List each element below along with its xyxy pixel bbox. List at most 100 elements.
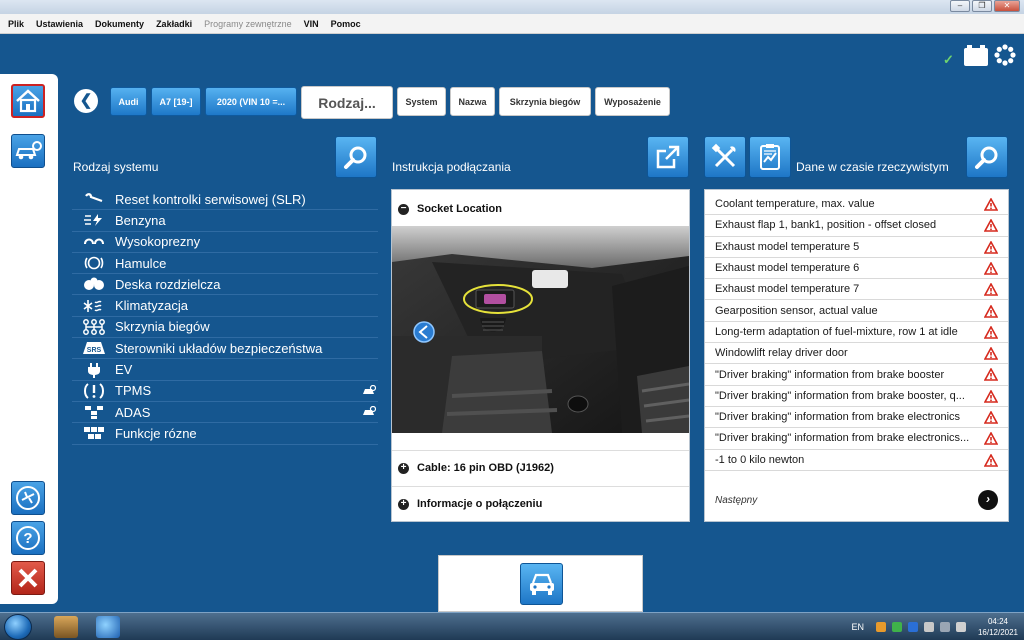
menu-zakladki[interactable]: Zakładki <box>156 19 192 29</box>
list-item-label: Windowlift relay driver door <box>715 347 848 360</box>
list-item[interactable]: "Driver braking" information from brake … <box>705 428 1008 450</box>
list-item[interactable]: Exhaust model temperature 6 <box>705 258 1008 280</box>
petrol-engine-icon <box>84 214 102 227</box>
breadcrumb-system-type[interactable]: Rodzaj... <box>301 86 393 119</box>
list-item[interactable]: Deska rozdzielcza <box>72 274 378 296</box>
search-icon <box>975 146 998 169</box>
language-indicator[interactable]: EN <box>851 622 864 632</box>
list-item[interactable]: Funkcje rózne <box>72 423 378 445</box>
bluetooth-icon[interactable] <box>907 622 918 632</box>
breadcrumb-equipment[interactable]: Wyposażenie <box>595 87 670 116</box>
next-page-button[interactable]: › <box>978 490 998 510</box>
list-item-label: Coolant temperature, max. value <box>715 198 875 211</box>
list-item[interactable]: Long-term adaptation of fuel-mixture, ro… <box>705 322 1008 344</box>
flag-icon[interactable] <box>923 622 934 632</box>
list-item[interactable]: Gearposition sensor, actual value <box>705 301 1008 322</box>
maximize-button[interactable]: ❐ <box>972 0 992 12</box>
list-item-label: "Driver braking" information from brake … <box>715 411 961 424</box>
connection-panel: − Socket Location + Cable: 16 pin OBD (J… <box>391 189 690 522</box>
system-tray: EN 04:24 16/12/2021 <box>851 613 1018 640</box>
archive-app-icon[interactable] <box>54 616 78 638</box>
svg-text:?: ? <box>23 530 32 547</box>
list-item[interactable]: Hamulce <box>72 253 378 275</box>
list-item-label: "Driver braking" information from brake … <box>715 432 970 445</box>
list-item[interactable]: Klimatyzacja <box>72 295 378 317</box>
menu-pomoc[interactable]: Pomoc <box>331 19 361 29</box>
flight-mode-button[interactable] <box>11 481 45 515</box>
air-conditioning-icon <box>83 299 102 312</box>
list-item[interactable]: "Driver braking" information from brake … <box>705 386 1008 407</box>
network-icon[interactable] <box>939 622 950 632</box>
clipboard-chart-icon <box>760 144 780 170</box>
list-item[interactable]: TPMS <box>72 381 378 402</box>
list-item[interactable]: EV <box>72 359 378 381</box>
breadcrumb-gearbox[interactable]: Skrzynia biegów <box>499 87 591 116</box>
exit-button[interactable] <box>11 561 45 595</box>
list-item-label: Exhaust model temperature 6 <box>715 262 860 275</box>
menu-plik[interactable]: Plik <box>8 19 24 29</box>
realtime-search-button[interactable] <box>966 136 1008 178</box>
misc-functions-icon <box>84 427 104 440</box>
list-item[interactable]: Windowlift relay driver door <box>705 343 1008 365</box>
help-icon: ? <box>16 526 40 550</box>
connection-info-row[interactable]: + Informacje o połączeniu <box>392 493 689 515</box>
warning-icon <box>984 453 998 467</box>
expand-icon: + <box>398 462 409 474</box>
volume-icon[interactable] <box>955 622 966 632</box>
list-item-label: TPMS <box>115 383 152 399</box>
warning-icon <box>984 304 998 318</box>
list-item[interactable]: Benzyna <box>72 210 378 232</box>
list-item[interactable]: Coolant temperature, max. value <box>705 194 1008 216</box>
breadcrumb-system[interactable]: System <box>397 87 446 116</box>
live-data-button[interactable] <box>749 136 791 178</box>
tray-search-icon[interactable] <box>875 622 886 632</box>
open-external-button[interactable] <box>647 136 689 178</box>
warning-icon <box>984 283 998 296</box>
tools-icon <box>711 143 736 168</box>
socket-location-header[interactable]: − Socket Location <box>392 198 689 220</box>
list-item-label: Skrzynia biegów <box>115 319 210 335</box>
tray-app-icon[interactable] <box>891 622 902 632</box>
list-item-label: Sterowniki układów bezpieczeństwa <box>115 340 323 356</box>
list-item[interactable]: "Driver braking" information from brake … <box>705 407 1008 429</box>
list-item[interactable]: -1 to 0 kilo newton <box>705 450 1008 471</box>
list-item[interactable]: Exhaust flap 1, bank1, position - offset… <box>705 215 1008 237</box>
list-item-label: Long-term adaptation of fuel-mixture, ro… <box>715 325 958 338</box>
breadcrumb-year[interactable]: 2020 (VIN 10 =... <box>205 87 297 116</box>
list-item[interactable]: Skrzynia biegów <box>72 317 378 339</box>
left-sidebar: ? <box>0 74 58 604</box>
breadcrumb-model[interactable]: A7 [19-] <box>151 87 201 116</box>
list-item-label: -1 to 0 kilo newton <box>715 453 805 466</box>
systems-search-button[interactable] <box>335 136 377 178</box>
close-window-button[interactable]: ✕ <box>994 0 1020 12</box>
vehicle-scan-button[interactable] <box>520 563 563 605</box>
list-item[interactable]: Exhaust model temperature 7 <box>705 279 1008 301</box>
minimize-button[interactable]: – <box>950 0 970 12</box>
breadcrumb-name[interactable]: Nazwa <box>450 87 495 116</box>
socket-location-label: Socket Location <box>417 203 502 215</box>
next-page-row: Następny › <box>705 488 1008 512</box>
menu-vin[interactable]: VIN <box>304 19 319 29</box>
list-item[interactable]: Exhaust model temperature 5 <box>705 237 1008 258</box>
list-item[interactable]: SRS Sterowniki układów bezpieczeństwa <box>72 338 378 360</box>
cable-row[interactable]: + Cable: 16 pin OBD (J1962) <box>392 457 689 479</box>
menu-dokumenty[interactable]: Dokumenty <box>95 19 144 29</box>
home-button[interactable] <box>11 84 45 118</box>
tools-button[interactable] <box>704 136 746 178</box>
start-button[interactable] <box>4 614 32 640</box>
wrench-icon <box>85 193 103 203</box>
systems-panel-title: Rodzaj systemu <box>73 160 159 174</box>
list-item[interactable]: ADAS <box>72 402 378 424</box>
adas-icon <box>85 406 103 420</box>
menu-ustawienia[interactable]: Ustawienia <box>36 19 83 29</box>
breadcrumb-make[interactable]: Audi <box>110 87 147 116</box>
list-item[interactable]: Reset kontrolki serwisowej (SLR) <box>72 189 378 211</box>
back-button[interactable]: ❮ <box>74 89 98 113</box>
list-item[interactable]: "Driver braking" information from brake … <box>705 364 1008 386</box>
help-button[interactable]: ? <box>11 521 45 555</box>
list-item[interactable]: Wysokoprezny <box>72 232 378 253</box>
warning-icon <box>984 198 998 211</box>
diagnostic-app-icon[interactable] <box>96 616 120 638</box>
vehicle-settings-button[interactable] <box>11 134 45 168</box>
clock[interactable]: 04:24 16/12/2021 <box>978 616 1018 638</box>
